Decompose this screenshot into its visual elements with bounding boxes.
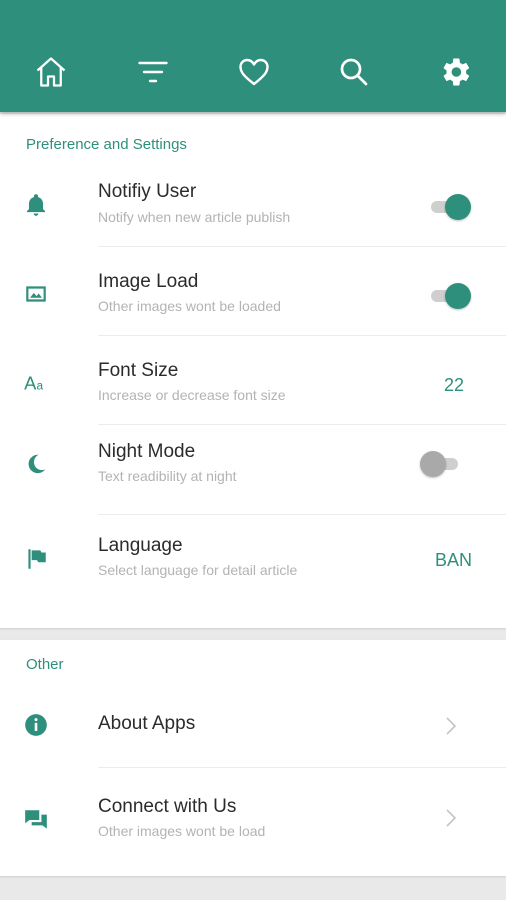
night-mode-row[interactable]: Night Mode Text readibility at night: [0, 428, 506, 510]
notify-user-title: Notifiy User: [98, 181, 197, 202]
svg-text:A: A: [24, 373, 37, 394]
image-load-subtitle: Other images wont be loaded: [98, 298, 281, 314]
about-apps-row[interactable]: About Apps: [0, 682, 506, 768]
toggle-knob: [445, 283, 471, 309]
font-size-row[interactable]: A a Font Size Increase or decrease font …: [0, 347, 506, 425]
toggle-knob: [445, 194, 471, 220]
notify-user-toggle[interactable]: [427, 194, 471, 220]
settings-card: Preference and Settings Notifiy User Not…: [0, 114, 506, 628]
about-apps-title: About Apps: [98, 713, 196, 734]
chat-icon: [22, 806, 50, 834]
image-load-row[interactable]: Image Load Other images wont be loaded: [0, 258, 506, 336]
connect-row[interactable]: Connect with Us Other images wont be loa…: [0, 768, 506, 868]
night-mode-title: Night Mode: [98, 441, 196, 462]
divider: [98, 514, 506, 515]
info-icon: [22, 711, 50, 739]
chevron-right-icon[interactable]: [444, 715, 458, 737]
heart-icon[interactable]: [234, 52, 274, 92]
divider: [98, 246, 506, 247]
bell-icon: [22, 191, 50, 219]
section-title-other: Other: [26, 656, 64, 673]
font-size-subtitle: Increase or decrease font size: [98, 387, 286, 403]
home-icon[interactable]: [31, 52, 71, 92]
moon-icon: [22, 450, 50, 478]
language-subtitle: Select language for detail article: [98, 562, 298, 578]
connect-subtitle: Other images wont be load: [98, 823, 266, 839]
svg-text:a: a: [37, 379, 44, 393]
notify-user-row[interactable]: Notifiy User Notify when new article pub…: [0, 169, 506, 247]
language-row[interactable]: Language Select language for detail arti…: [0, 522, 506, 606]
flag-icon: [22, 545, 50, 573]
language-title: Language: [98, 535, 183, 556]
font-size-title: Font Size: [98, 360, 179, 381]
chevron-right-icon[interactable]: [444, 807, 458, 829]
gear-icon[interactable]: [435, 52, 475, 92]
toggle-knob: [420, 451, 446, 477]
divider: [98, 424, 506, 425]
other-card: Other About Apps Connect with Us Other i…: [0, 640, 506, 876]
image-load-title: Image Load: [98, 271, 199, 292]
language-value[interactable]: BAN: [435, 550, 472, 571]
search-icon[interactable]: [334, 52, 374, 92]
font-size-icon: A a: [22, 369, 50, 397]
filter-icon[interactable]: [133, 52, 173, 92]
notify-user-subtitle: Notify when new article publish: [98, 209, 291, 225]
image-icon: [22, 280, 50, 308]
top-nav-bar: [0, 0, 506, 112]
divider: [98, 335, 506, 336]
night-mode-subtitle: Text readibility at night: [98, 468, 237, 484]
night-mode-toggle[interactable]: [420, 451, 464, 477]
connect-title: Connect with Us: [98, 796, 237, 817]
font-size-value[interactable]: 22: [444, 375, 464, 396]
image-load-toggle[interactable]: [427, 283, 471, 309]
section-title-settings: Preference and Settings: [26, 136, 187, 153]
